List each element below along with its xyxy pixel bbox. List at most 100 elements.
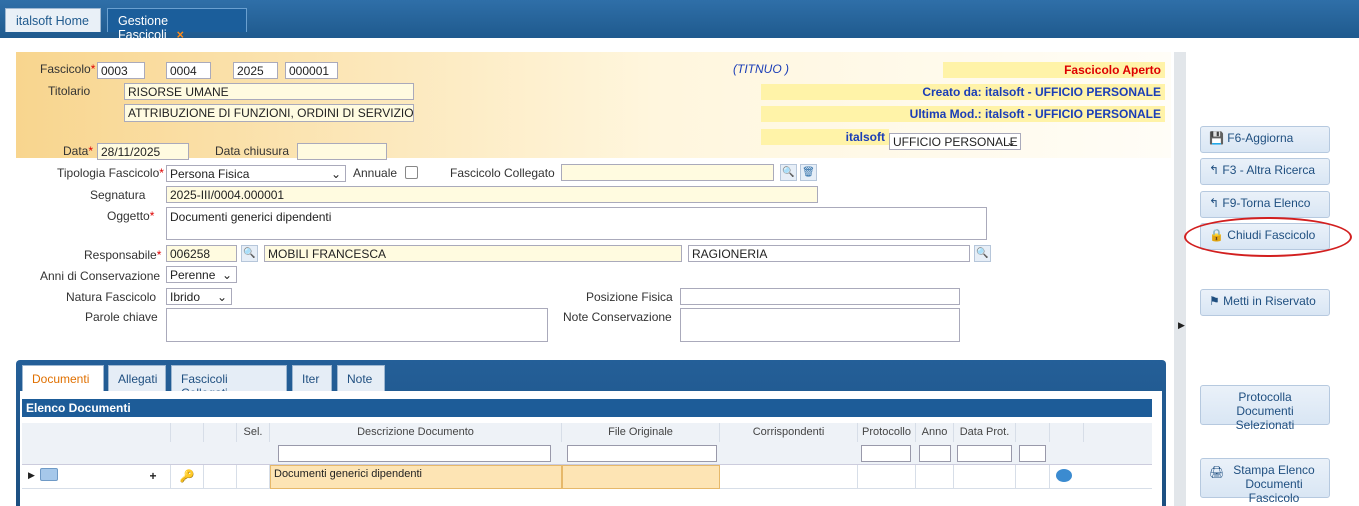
protocolla-documenti-button[interactable]: Protocolla Documenti Selezionati <box>1200 385 1330 432</box>
add-icon[interactable]: + <box>136 465 171 489</box>
panel-splitter[interactable] <box>1174 52 1186 506</box>
tab-documenti[interactable]: Documenti <box>22 365 104 391</box>
trash-icon[interactable]: 🗑 <box>800 164 817 181</box>
chevron-down-icon: ⌄ <box>330 167 341 181</box>
segnatura-label: Segnatura <box>90 188 146 202</box>
flag-icon: ⚑ <box>1209 294 1224 308</box>
altra-ricerca-button[interactable]: ↰ F3 - Altra Ricerca <box>1200 158 1330 185</box>
natura-fascicolo-select[interactable]: Ibrido ⌄ <box>166 288 232 305</box>
responsabile-ufficio-field: RAGIONERIA <box>688 245 970 262</box>
search-icon[interactable]: 🔍 <box>974 245 991 262</box>
segnatura-field: 2025-III/0004.000001 <box>166 186 818 203</box>
aggiorna-button[interactable]: 💾 F6-Aggiorna <box>1200 126 1330 153</box>
data-field[interactable]: 28/11/2025 <box>97 143 189 160</box>
folder-icon <box>40 468 58 481</box>
anni-conservazione-select[interactable]: Perenne ⌄ <box>166 266 237 283</box>
splitter-arrow-icon[interactable]: ▶ <box>1178 320 1185 331</box>
tab-iter[interactable]: Iter <box>292 365 332 391</box>
file-originale-cell <box>562 465 720 489</box>
tab-label: Gestione Fascicoli <box>118 14 169 42</box>
tipologia-select[interactable]: Persona Fisica ⌄ <box>166 165 346 182</box>
fascicolo-field-1[interactable]: 0003 <box>97 62 145 79</box>
column-header <box>171 423 204 442</box>
chevron-down-icon: ⌄ <box>216 290 227 304</box>
chevron-down-icon: ⌄ <box>1005 135 1016 149</box>
note-conservazione-field[interactable] <box>680 308 960 342</box>
column-header-data-prot[interactable]: Data Prot. <box>954 423 1016 442</box>
fascicolo-field-2[interactable]: 0004 <box>166 62 211 79</box>
anni-conservazione-label: Anni di Conservazione <box>40 269 161 283</box>
fascicolo-collegato-label: Fascicolo Collegato <box>450 166 555 180</box>
titolario-field[interactable]: RISORSE UMANE <box>124 83 414 100</box>
data-label: Data* <box>63 144 94 158</box>
key-icon[interactable]: 🔑 <box>171 465 204 489</box>
oggetto-label: Oggetto* <box>107 209 155 223</box>
data-chiusura-label: Data chiusura <box>215 144 290 158</box>
column-header-corrispondenti[interactable]: Corrispondenti <box>720 423 858 442</box>
torna-elenco-button[interactable]: ↰ F9-Torna Elenco <box>1200 191 1330 218</box>
annuale-label: Annuale <box>353 166 398 180</box>
protocollo-cell <box>858 465 916 489</box>
annuale-checkbox[interactable] <box>405 166 418 179</box>
oggetto-field[interactable]: Documenti generici dipendenti <box>166 207 987 240</box>
top-bar: italsoft Home Gestione Fascicoli × Gestio… <box>0 0 1359 49</box>
posizione-fisica-field[interactable] <box>680 288 960 305</box>
note-conservazione-label: Note Conservazione <box>563 310 672 324</box>
close-icon[interactable]: × <box>177 28 184 42</box>
tab-allegati[interactable]: Allegati <box>108 365 166 391</box>
filter-protocollo-input[interactable] <box>861 445 911 462</box>
ufficio-select[interactable]: UFFICIO PERSONALE ⌄ <box>889 133 1021 150</box>
data-chiusura-field[interactable] <box>297 143 387 160</box>
fascicolo-label: Fascicolo* <box>40 62 96 76</box>
column-header-anno[interactable]: Anno <box>916 423 954 442</box>
fascicolo-collegato-field[interactable] <box>561 164 774 181</box>
tipologia-label: Tipologia Fascicolo* <box>57 166 164 180</box>
search-icon[interactable]: 🔍 <box>780 164 797 181</box>
corrispondenti-cell <box>720 465 858 489</box>
responsabile-code-field[interactable]: 006258 <box>166 245 237 262</box>
anno-cell <box>916 465 954 489</box>
tab-fascicoli-collegati[interactable]: Fascicoli Collegati <box>171 365 287 400</box>
save-icon: 💾 <box>1209 131 1228 145</box>
filter-anno-input[interactable] <box>919 445 951 462</box>
table-cell <box>204 465 237 489</box>
status-badge: Fascicolo Aperto <box>943 62 1165 78</box>
search-icon[interactable]: 🔍 <box>241 245 258 262</box>
creato-da-badge: Creato da: italsoft - UFFICIO PERSONALE <box>761 84 1165 100</box>
sel-cell[interactable] <box>237 465 270 489</box>
fascicolo-field-3[interactable]: 2025 <box>233 62 278 79</box>
filter-descrizione-input[interactable] <box>278 445 551 462</box>
metti-in-riservato-button[interactable]: ⚑ Metti in Riservato <box>1200 289 1330 316</box>
responsabile-name-field: MOBILI FRANCESCA <box>264 245 682 262</box>
filter-file-originale-input[interactable] <box>567 445 717 462</box>
grid-title: Elenco Documenti <box>22 399 1152 417</box>
column-header <box>1050 423 1084 442</box>
natura-fascicolo-label: Natura Fascicolo <box>66 290 157 304</box>
column-header <box>136 423 171 442</box>
back-arrow-icon: ↰ <box>1209 196 1223 210</box>
page-subtitle: Gestione Fascicoli <box>7 38 89 49</box>
fascicolo-field-4[interactable]: 000001 <box>285 62 338 79</box>
column-header-file-originale[interactable]: File Originale <box>562 423 720 442</box>
column-header-descrizione[interactable]: Descrizione Documento <box>270 423 562 442</box>
titolario-label: Titolario <box>48 84 91 98</box>
ultima-mod-badge: Ultima Mod.: italsoft - UFFICIO PERSONAL… <box>761 106 1165 122</box>
print-icon: 🖨 <box>1209 465 1225 479</box>
column-header-protocollo[interactable]: Protocollo <box>858 423 916 442</box>
expand-arrow-icon[interactable]: ▶ <box>28 470 35 481</box>
tab-gestione-fascicoli[interactable]: Gestione Fascicoli × <box>107 8 247 42</box>
tab-note[interactable]: Note <box>337 365 385 391</box>
stampa-elenco-button[interactable]: 🖨 Stampa Elenco Documenti Fascicolo <box>1200 458 1330 505</box>
column-header <box>204 423 237 442</box>
descrizione-cell: Documenti generici dipendenti <box>270 465 562 489</box>
filter-extra-input[interactable] <box>1019 445 1046 462</box>
responsabile-label: Responsabile* <box>84 248 162 262</box>
tab-label: italsoft Home <box>16 14 89 28</box>
view-document-icon[interactable] <box>1056 469 1072 482</box>
posizione-fisica-label: Posizione Fisica <box>586 290 673 304</box>
back-arrow-icon: ↰ <box>1209 163 1223 177</box>
filter-data-prot-input[interactable] <box>957 445 1012 462</box>
parole-chiave-field[interactable] <box>166 308 548 342</box>
tab-italsoft-home[interactable]: italsoft Home <box>5 8 101 32</box>
column-header-sel[interactable]: Sel. <box>237 423 270 442</box>
